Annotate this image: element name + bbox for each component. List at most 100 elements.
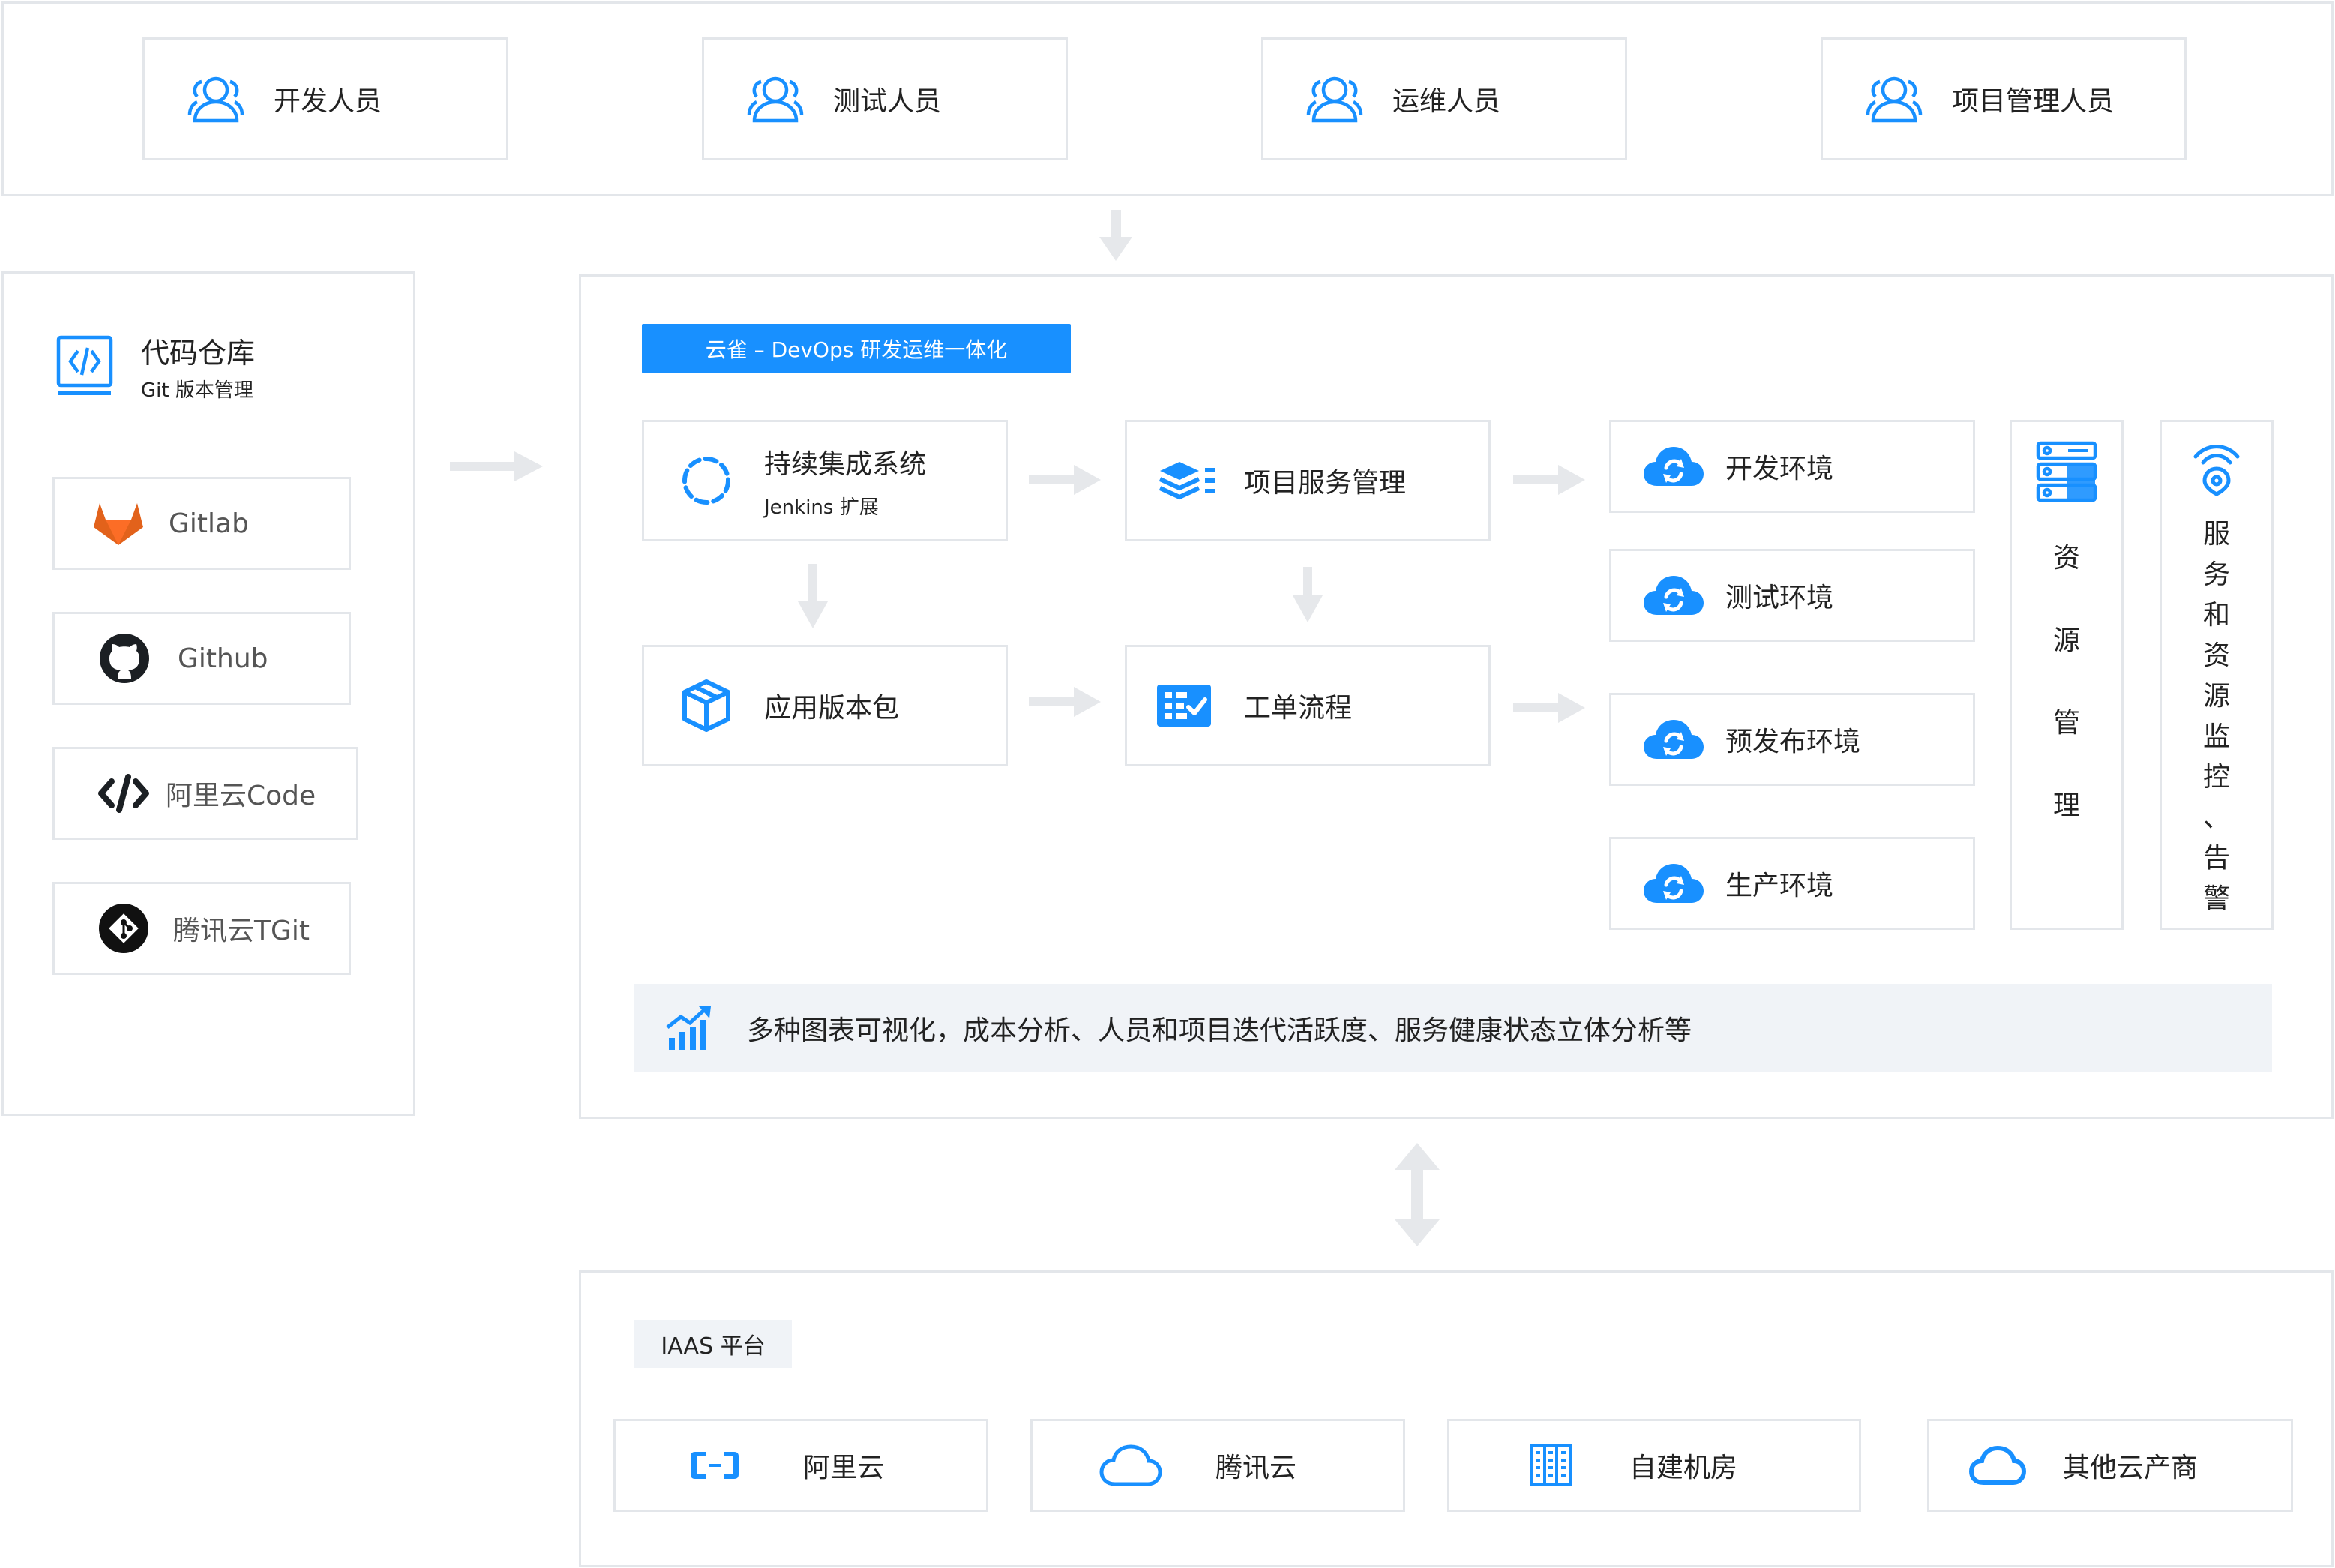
user-group-icon bbox=[1302, 73, 1367, 125]
iaas-badge: IAAS 平台 bbox=[634, 1320, 792, 1368]
cloud-sync-icon bbox=[1641, 445, 1706, 487]
arrow-down-connector bbox=[798, 564, 828, 628]
env-label: 生产环境 bbox=[1725, 871, 1834, 901]
arrow-right-connector bbox=[450, 451, 543, 481]
user-group-icon bbox=[1862, 73, 1926, 125]
env-label: 预发布环境 bbox=[1725, 727, 1861, 757]
role-label: 项目管理人员 bbox=[1952, 86, 2115, 117]
project-service-card[interactable]: 项目服务管理 bbox=[1125, 420, 1491, 541]
provider-card-other[interactable]: 其他云产商 bbox=[1927, 1419, 2293, 1512]
github-cat-icon bbox=[98, 632, 151, 685]
devops-badge: 云雀 – DevOps 研发运维一体化 bbox=[642, 324, 1071, 373]
monitor-char: 服 bbox=[2202, 519, 2230, 550]
repo-item-gitlab[interactable]: Gitlab bbox=[52, 477, 351, 570]
cloud-outline-icon bbox=[1099, 1444, 1163, 1487]
ci-subtitle: Jenkins 扩展 bbox=[764, 496, 879, 519]
resource-mgmt-char: 管 bbox=[2052, 708, 2080, 739]
provider-card-aliyun[interactable]: 阿里云 bbox=[613, 1419, 988, 1512]
repo-item-label: 阿里云Code bbox=[166, 781, 316, 811]
repo-item-label: Gitlab bbox=[169, 508, 249, 539]
workorder-card[interactable]: 工单流程 bbox=[1125, 645, 1491, 766]
env-card-test[interactable]: 测试环境 bbox=[1609, 549, 1975, 642]
arrow-bidirectional-connector bbox=[1395, 1143, 1440, 1246]
repo-item-label: 腾讯云TGit bbox=[173, 916, 310, 946]
monitor-label: 服 务 和 资 源 监 控 、 告 警 bbox=[2203, 521, 2230, 913]
monitor-card[interactable]: 服 务 和 资 源 监 控 、 告 警 bbox=[2160, 420, 2274, 930]
role-card-pm[interactable]: 项目管理人员 bbox=[1821, 37, 2187, 160]
aliyun-logo-icon bbox=[688, 1449, 742, 1482]
resource-mgmt-card[interactable]: 资 源 管 理 bbox=[2010, 420, 2124, 930]
monitor-char: 警 bbox=[2202, 883, 2230, 914]
monitor-char: 和 bbox=[2202, 600, 2230, 631]
cloud-sync-icon bbox=[1641, 862, 1706, 904]
iaas-badge-label: IAAS 平台 bbox=[661, 1333, 766, 1360]
resource-mgmt-char: 资 bbox=[2052, 543, 2080, 574]
monitor-char: 源 bbox=[2202, 681, 2230, 712]
provider-card-tencent[interactable]: 腾讯云 bbox=[1030, 1419, 1405, 1512]
role-label: 开发人员 bbox=[274, 86, 382, 117]
code-window-icon bbox=[55, 334, 114, 400]
monitor-char: 资 bbox=[2202, 640, 2230, 671]
provider-label: 阿里云 bbox=[803, 1453, 885, 1483]
cube-icon bbox=[680, 679, 733, 733]
repo-item-tgit[interactable]: 腾讯云TGit bbox=[52, 882, 351, 975]
repo-item-aliyun-code[interactable]: 阿里云Code bbox=[52, 747, 358, 840]
gitlab-fox-icon bbox=[92, 500, 145, 547]
refresh-circle-icon bbox=[680, 454, 733, 507]
monitor-char: 监 bbox=[2202, 721, 2230, 752]
arrow-right-connector bbox=[1029, 687, 1101, 717]
arrow-down-connector bbox=[1099, 210, 1132, 261]
layers-list-icon bbox=[1159, 459, 1218, 502]
devops-badge-label: 云雀 – DevOps 研发运维一体化 bbox=[705, 337, 1008, 362]
cloud-icon bbox=[1968, 1445, 2027, 1486]
env-label: 开发环境 bbox=[1725, 454, 1834, 484]
provider-card-idc[interactable]: 自建机房 bbox=[1447, 1419, 1861, 1512]
role-card-test[interactable]: 测试人员 bbox=[702, 37, 1068, 160]
role-label: 测试人员 bbox=[833, 86, 942, 117]
monitor-char: 告 bbox=[2202, 843, 2230, 874]
repo-item-github[interactable]: Github bbox=[52, 612, 351, 705]
monitor-char: 控 bbox=[2202, 762, 2230, 793]
server-rack-icon bbox=[1527, 1444, 1574, 1487]
code-brackets-icon bbox=[97, 774, 151, 813]
resource-mgmt-char: 理 bbox=[2052, 790, 2080, 821]
env-card-staging[interactable]: 预发布环境 bbox=[1609, 693, 1975, 786]
provider-label: 自建机房 bbox=[1629, 1453, 1738, 1483]
env-card-prod[interactable]: 生产环境 bbox=[1609, 837, 1975, 930]
user-group-icon bbox=[743, 73, 808, 125]
package-label: 应用版本包 bbox=[764, 693, 900, 724]
monitor-char: 务 bbox=[2202, 559, 2230, 590]
repo-subtitle: Git 版本管理 bbox=[141, 379, 253, 402]
ci-title: 持续集成系统 bbox=[764, 448, 927, 480]
repo-title: 代码仓库 bbox=[141, 337, 256, 370]
package-card[interactable]: 应用版本包 bbox=[642, 645, 1008, 766]
signal-pin-icon bbox=[2190, 439, 2244, 496]
arrow-right-connector bbox=[1513, 693, 1585, 723]
resource-mgmt-label: 资 源 管 理 bbox=[2053, 545, 2080, 820]
provider-label: 其他云产商 bbox=[2063, 1453, 2199, 1483]
cloud-sync-icon bbox=[1641, 574, 1706, 616]
bar-trend-icon bbox=[666, 1005, 712, 1051]
server-stack-icon bbox=[2035, 440, 2098, 503]
checklist-icon bbox=[1157, 685, 1211, 727]
arrow-right-connector bbox=[1029, 465, 1101, 495]
env-card-dev[interactable]: 开发环境 bbox=[1609, 420, 1975, 513]
arrow-right-connector bbox=[1513, 465, 1585, 495]
role-label: 运维人员 bbox=[1392, 86, 1501, 117]
ci-card[interactable]: 持续集成系统 Jenkins 扩展 bbox=[642, 420, 1008, 541]
cloud-sync-icon bbox=[1641, 718, 1706, 760]
user-group-icon bbox=[184, 73, 248, 125]
env-label: 测试环境 bbox=[1725, 583, 1834, 613]
workorder-label: 工单流程 bbox=[1244, 693, 1353, 724]
git-diamond-icon bbox=[97, 903, 151, 954]
analytics-banner: 多种图表可视化，成本分析、人员和项目迭代活跃度、服务健康状态立体分析等 bbox=[634, 984, 2272, 1072]
monitor-char: 、 bbox=[2202, 802, 2230, 833]
provider-label: 腾讯云 bbox=[1215, 1453, 1297, 1483]
role-card-dev[interactable]: 开发人员 bbox=[142, 37, 508, 160]
project-service-label: 项目服务管理 bbox=[1244, 468, 1407, 499]
analytics-text: 多种图表可视化，成本分析、人员和项目迭代活跃度、服务健康状态立体分析等 bbox=[747, 1015, 1692, 1046]
arrow-down-connector bbox=[1293, 567, 1323, 622]
repo-item-label: Github bbox=[178, 643, 268, 674]
role-card-ops[interactable]: 运维人员 bbox=[1261, 37, 1627, 160]
resource-mgmt-char: 源 bbox=[2052, 625, 2080, 656]
